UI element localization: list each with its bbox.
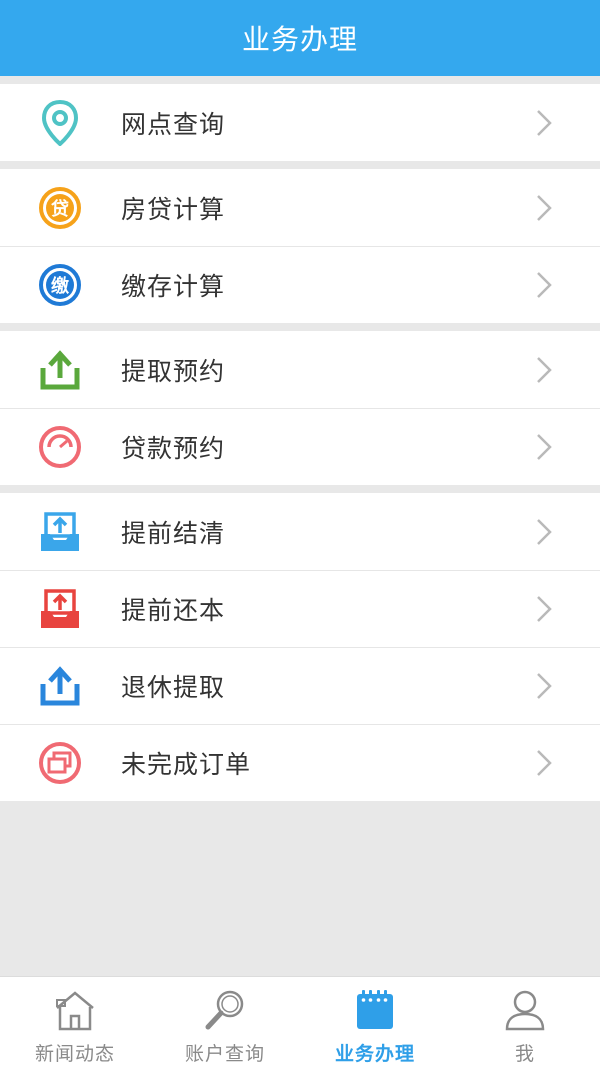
tab-me[interactable]: 我 [450, 977, 600, 1067]
home-icon [52, 987, 98, 1033]
tab-label: 新闻动态 [34, 1043, 115, 1065]
bottom-tab-bar: 新闻动态 账户查询 业务办理 我 [0, 976, 600, 1067]
chevron-right-icon [534, 193, 554, 223]
svg-text:贷: 贷 [51, 198, 69, 220]
page-title: 业务办理 [241, 23, 358, 56]
tab-label: 我 [514, 1043, 535, 1065]
menu-item-label: 未完成订单 [121, 749, 252, 779]
menu-item-label: 网点查询 [121, 109, 226, 139]
menu-item-loan-appointment[interactable]: 贷款预约 [0, 408, 600, 485]
menu-item-label: 房贷计算 [121, 194, 226, 224]
menu-item-retirement-withdraw[interactable]: 退休提取 [0, 647, 600, 724]
menu-item-label: 退休提取 [121, 672, 226, 702]
menu-item-label: 提取预约 [121, 356, 226, 386]
menu-item-label: 提前结清 [121, 518, 226, 548]
tab-label: 账户查询 [184, 1043, 265, 1065]
tab-account-query[interactable]: 账户查询 [150, 977, 300, 1067]
magnifier-icon [202, 987, 248, 1033]
location-pin-icon [38, 99, 82, 146]
tab-label: 业务办理 [334, 1043, 415, 1065]
svg-text:缴: 缴 [51, 275, 70, 297]
menu-item-withdraw-appointment[interactable]: 提取预约 [0, 331, 600, 408]
user-icon [502, 987, 548, 1033]
chevron-right-icon [534, 671, 554, 701]
menu-group-1: 网点查询 [0, 84, 600, 161]
menu-item-label: 贷款预约 [121, 433, 226, 463]
chevron-right-icon [534, 748, 554, 778]
menu-item-unfinished-orders[interactable]: 未完成订单 [0, 724, 600, 801]
upload-tray-icon [38, 664, 82, 708]
chevron-right-icon [534, 432, 554, 462]
windows-stack-icon [38, 741, 82, 785]
top-bar: 业务办理 [0, 0, 600, 76]
menu-item-label: 缴存计算 [121, 271, 226, 301]
tab-business[interactable]: 业务办理 [300, 977, 450, 1067]
loan-badge-icon: 贷 [38, 186, 82, 230]
upload-tray-icon [38, 348, 82, 392]
chevron-right-icon [534, 517, 554, 547]
chevron-right-icon [534, 355, 554, 385]
chevron-right-icon [534, 270, 554, 300]
menu-item-label: 提前还本 [121, 595, 226, 625]
menu-group-4: 提前结清 提前还本 退休提取 未完成订单 [0, 493, 600, 801]
menu-list: 网点查询 贷 房贷计算 缴 缴存计算 提取预约 贷款预约 提前结清 提前还本 退… [0, 76, 600, 801]
gauge-icon [38, 425, 82, 469]
app-screen: 业务办理 网点查询 贷 房贷计算 缴 缴存计算 提取预约 贷款预约 提前结清 提… [0, 0, 600, 1067]
menu-item-early-repayment[interactable]: 提前还本 [0, 570, 600, 647]
chevron-right-icon [534, 108, 554, 138]
deposit-badge-icon: 缴 [38, 263, 82, 307]
chevron-right-icon [534, 594, 554, 624]
menu-group-2: 贷 房贷计算 缴 缴存计算 [0, 169, 600, 323]
menu-item-mortgage-calc[interactable]: 贷 房贷计算 [0, 169, 600, 246]
menu-item-branch-query[interactable]: 网点查询 [0, 84, 600, 161]
menu-item-early-settlement[interactable]: 提前结清 [0, 493, 600, 570]
tab-news[interactable]: 新闻动态 [0, 977, 150, 1067]
calendar-icon [352, 987, 398, 1033]
menu-item-deposit-calc[interactable]: 缴 缴存计算 [0, 246, 600, 323]
inbox-upload-icon [38, 587, 82, 631]
menu-group-3: 提取预约 贷款预约 [0, 331, 600, 485]
inbox-upload-icon [38, 510, 82, 554]
